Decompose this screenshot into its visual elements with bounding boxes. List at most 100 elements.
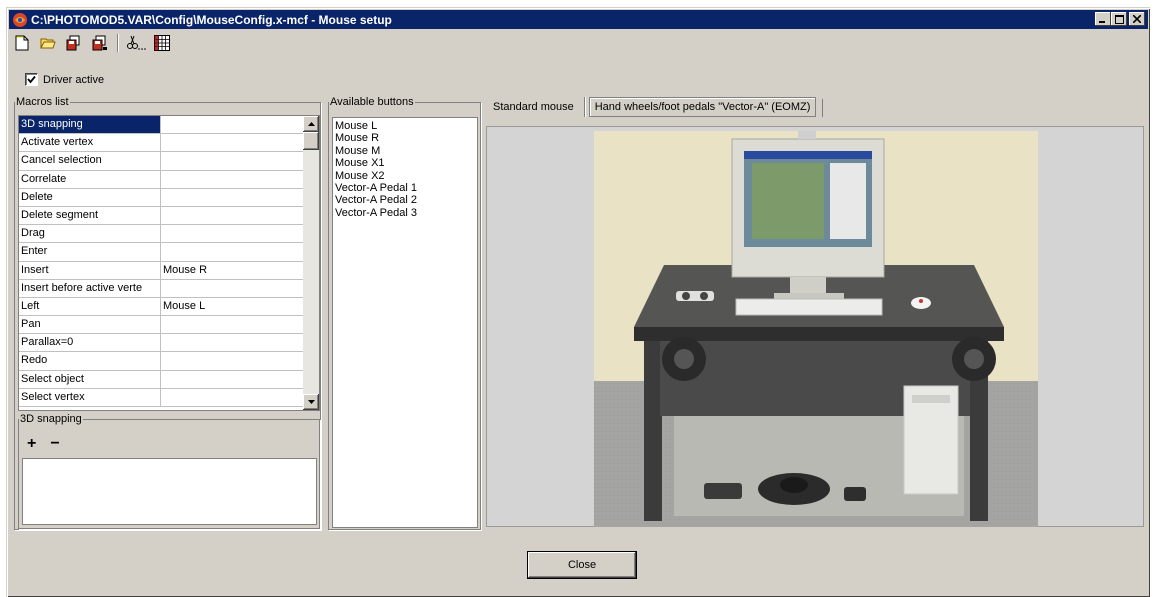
workstation-photo (594, 131, 1038, 527)
cut-button[interactable] (125, 32, 147, 54)
macro-name-cell[interactable]: Activate vertex (19, 134, 161, 152)
macro-button-cell[interactable] (161, 371, 301, 388)
table-row[interactable]: Correlate (19, 170, 319, 189)
macro-button-cell[interactable] (161, 334, 301, 351)
close-window-button[interactable] (1129, 12, 1145, 26)
macro-button-cell[interactable] (161, 243, 301, 260)
toolbar-separator (117, 34, 119, 52)
table-row[interactable]: Enter (19, 243, 319, 262)
scroll-down-button[interactable] (303, 394, 319, 410)
macro-name-cell[interactable]: 3D snapping (19, 116, 161, 134)
tab-standard-mouse[interactable]: Standard mouse (487, 97, 580, 117)
table-row[interactable]: Insert before active verte (19, 279, 319, 298)
macro-name-cell[interactable]: Delete segment (19, 206, 161, 225)
table-row[interactable]: Activate vertex (19, 134, 319, 153)
arrow-down-icon (307, 400, 315, 404)
minimize-icon (1099, 21, 1105, 23)
macro-button-cell[interactable] (161, 171, 301, 188)
macro-name-cell[interactable]: Select vertex (19, 388, 161, 406)
table-button[interactable] (151, 32, 173, 54)
macro-button-cell[interactable] (161, 316, 301, 333)
scroll-thumb[interactable] (303, 132, 319, 150)
macro-name-cell[interactable]: Redo (19, 352, 161, 370)
scroll-up-button[interactable] (303, 116, 319, 132)
macro-name-cell[interactable]: Insert (19, 261, 161, 279)
table-row[interactable]: Parallax=0 (19, 334, 319, 353)
macros-table[interactable]: 3D snapping Activate vertex Cancel selecti… (18, 115, 320, 411)
list-item[interactable]: Mouse X2 (335, 170, 475, 182)
macro-name-cell[interactable]: Delete (19, 188, 161, 206)
macro-button-cell[interactable]: Mouse R (161, 262, 301, 279)
save-button[interactable] (63, 32, 85, 54)
macro-button-cell[interactable] (161, 116, 301, 133)
available-buttons-list[interactable]: Mouse L Mouse R Mouse M Mouse X1 Mouse X2 Vec… (332, 117, 478, 528)
device-photo-panel (486, 126, 1144, 527)
macro-name-cell[interactable]: Left (19, 297, 161, 316)
list-item[interactable]: Mouse R (335, 132, 475, 144)
macro-button-cell[interactable] (161, 207, 301, 224)
table-row[interactable]: Delete segment (19, 206, 319, 226)
list-item[interactable]: Vector-A Pedal 1 (335, 182, 475, 194)
macro-button-cell[interactable] (161, 225, 301, 242)
macro-name-cell[interactable]: Insert before active verte (19, 279, 161, 297)
tab-separator-end (822, 99, 824, 117)
table-row[interactable]: Delete (19, 188, 319, 207)
table-row[interactable]: Insert Mouse R (19, 261, 319, 280)
maximize-button[interactable] (1111, 12, 1127, 26)
macro-button-cell[interactable]: Mouse L (161, 298, 301, 315)
table-row[interactable]: Left Mouse L (19, 297, 319, 317)
maximize-icon (1114, 14, 1124, 24)
macro-button-cell[interactable] (161, 389, 301, 406)
list-item[interactable]: Vector-A Pedal 3 (335, 207, 475, 219)
macro-name-cell[interactable]: Drag (19, 225, 161, 243)
close-button[interactable]: Close (527, 551, 637, 579)
driver-active-checkbox[interactable]: Driver active (25, 73, 104, 86)
macro-name-cell[interactable]: Pan (19, 316, 161, 334)
macro-button-cell[interactable] (161, 352, 301, 369)
macro-name-cell[interactable]: Correlate (19, 170, 161, 188)
macro-button-cell[interactable] (161, 134, 301, 151)
macro-name-cell[interactable]: Parallax=0 (19, 334, 161, 352)
snapping-list[interactable] (22, 458, 317, 525)
new-button[interactable] (11, 32, 33, 54)
device-tabs: Standard mouse Hand wheels/foot pedals "… (487, 97, 824, 117)
table-row[interactable]: Redo (19, 352, 319, 371)
macro-button-cell[interactable] (161, 189, 301, 206)
list-item[interactable]: Vector-A Pedal 2 (335, 194, 475, 206)
table-row[interactable]: Drag (19, 225, 319, 244)
open-button[interactable] (37, 32, 59, 54)
add-button[interactable]: + (27, 435, 36, 453)
save-as-button[interactable] (89, 32, 111, 54)
macro-name-cell[interactable]: Enter (19, 243, 161, 261)
macro-button-cell[interactable] (161, 152, 301, 169)
list-item[interactable]: Mouse M (335, 145, 475, 157)
tab-vector-a[interactable]: Hand wheels/foot pedals "Vector-A" (EOMZ… (588, 97, 817, 117)
macros-rows: 3D snapping Activate vertex Cancel selecti… (19, 116, 319, 407)
macro-name-cell[interactable]: Cancel selection (19, 152, 161, 170)
scissors-icon (127, 35, 146, 50)
app-icon (13, 12, 27, 27)
grid-table-icon (154, 35, 170, 51)
macro-button-cell[interactable] (161, 280, 301, 297)
table-row[interactable]: Pan (19, 316, 319, 335)
table-row[interactable]: 3D snapping (19, 116, 319, 135)
list-item[interactable]: Mouse X1 (335, 157, 475, 169)
remove-button[interactable]: − (50, 435, 59, 453)
macro-name-cell[interactable]: Select object (19, 370, 161, 388)
open-folder-icon (40, 38, 56, 49)
tab-separator (583, 97, 585, 117)
table-row[interactable]: Select vertex (19, 388, 319, 407)
macros-list-legend: Macros list (16, 96, 69, 108)
checkbox-box[interactable] (25, 73, 38, 86)
macros-scrollbar[interactable] (303, 116, 319, 410)
minimize-button[interactable] (1095, 12, 1111, 26)
snapping-legend: 3D snapping (20, 413, 82, 425)
title-bar[interactable]: C:\PHOTOMOD5.VAR\Config\MouseConfig.x-mc… (9, 10, 1148, 29)
new-file-icon (15, 35, 29, 51)
save-as-icon (92, 35, 107, 51)
save-icon (66, 35, 80, 51)
toolbar (11, 32, 173, 54)
list-item[interactable]: Mouse L (335, 120, 475, 132)
table-row[interactable]: Cancel selection (19, 152, 319, 171)
table-row[interactable]: Select object (19, 370, 319, 389)
